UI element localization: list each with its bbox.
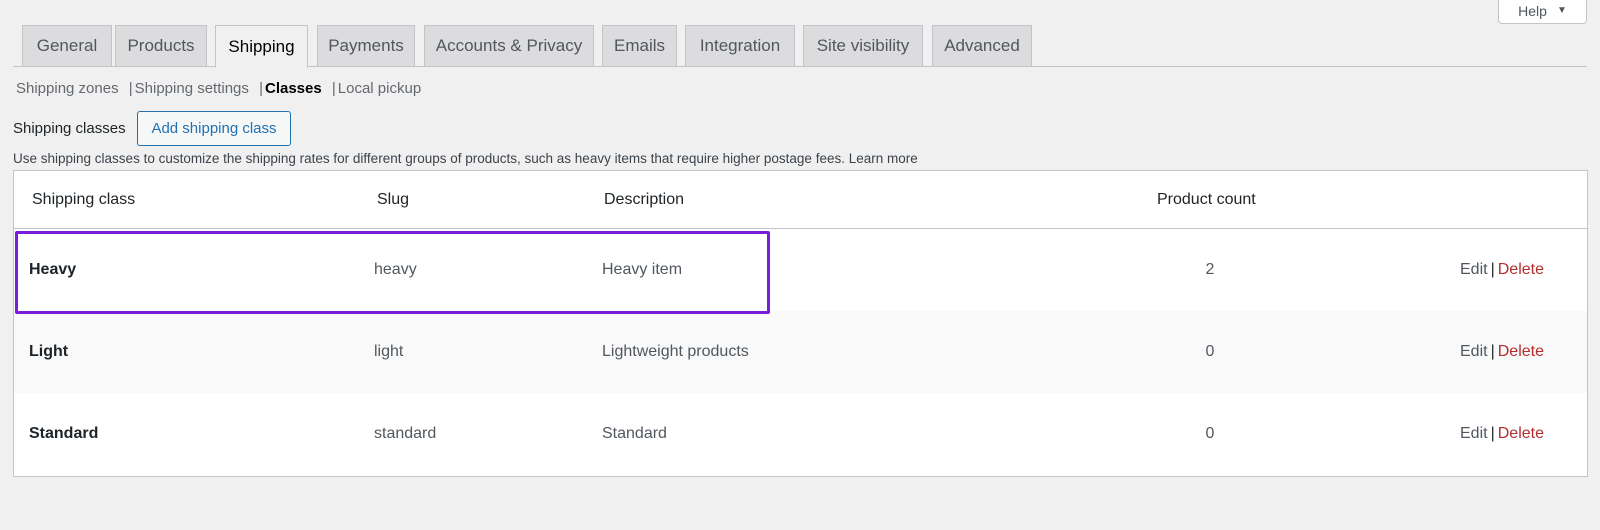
action-separator: | (1490, 425, 1495, 442)
tab-accounts-privacy[interactable]: Accounts & Privacy (424, 25, 594, 67)
shipping-classes-heading: Shipping classes (13, 120, 126, 137)
tab-payments[interactable]: Payments (317, 25, 415, 67)
subnav-local-pickup[interactable]: Local pickup (338, 80, 421, 97)
col-slug: Slug (377, 191, 410, 208)
edit-link[interactable]: Edit (1460, 261, 1488, 278)
tab-products[interactable]: Products (115, 25, 207, 67)
col-shipping-class: Shipping class (32, 191, 136, 208)
tab-emails[interactable]: Emails (602, 25, 677, 67)
tab-shipping[interactable]: Shipping (215, 25, 308, 68)
subnav-classes[interactable]: Classes (265, 80, 322, 97)
shipping-class-description: Lightweight products (602, 343, 749, 360)
add-shipping-class-button[interactable]: Add shipping class (137, 111, 291, 146)
row-actions: Edit | Delete (1460, 343, 1544, 361)
help-label: Help (1518, 2, 1547, 19)
table-row: Standard standard Standard 0 Edit | Delete (14, 393, 1587, 475)
tab-general[interactable]: General (22, 25, 112, 67)
subnav-shipping-zones[interactable]: Shipping zones (16, 80, 119, 97)
tab-integration[interactable]: Integration (685, 25, 795, 67)
subnav-separator: | (128, 80, 133, 97)
tab-site-visibility[interactable]: Site visibility (803, 25, 923, 67)
caret-down-icon: ▼ (1556, 5, 1567, 16)
table-row: Light light Lightweight products 0 Edit |… (14, 311, 1587, 393)
product-count: 0 (1205, 425, 1215, 442)
product-count: 2 (1205, 261, 1215, 278)
product-count: 0 (1205, 343, 1215, 360)
shipping-classes-description: Use shipping classes to customize the sh… (13, 151, 918, 166)
row-actions: Edit | Delete (1460, 261, 1544, 279)
table-header: Shipping class Slug Description Product … (14, 171, 1587, 229)
tab-advanced[interactable]: Advanced (932, 25, 1032, 67)
subnav-separator: | (259, 80, 263, 97)
table-row: Heavy heavy Heavy item 2 Edit | Delete (14, 229, 1587, 311)
shipping-class-description: Heavy item (602, 261, 683, 278)
edit-link[interactable]: Edit (1460, 425, 1488, 442)
shipping-class-name: Light (29, 343, 69, 360)
subnav-separator: | (331, 80, 336, 97)
subnav-shipping-settings[interactable]: Shipping settings (135, 80, 249, 97)
help-button[interactable]: Help ▼ (1498, 0, 1587, 24)
col-product-count: Product count (1157, 191, 1256, 208)
edit-link[interactable]: Edit (1460, 343, 1488, 360)
delete-link[interactable]: Delete (1498, 343, 1544, 360)
shipping-classes-table: Shipping class Slug Description Product … (13, 170, 1588, 477)
settings-tabs: General Products Shipping Payments Accou… (0, 25, 1600, 68)
shipping-class-slug: standard (374, 425, 437, 442)
action-separator: | (1490, 261, 1495, 278)
shipping-class-description: Standard (602, 425, 667, 442)
shipping-class-name: Heavy (29, 261, 77, 278)
shipping-class-slug: light (374, 343, 404, 360)
delete-link[interactable]: Delete (1498, 261, 1544, 278)
action-separator: | (1490, 343, 1495, 360)
col-description: Description (604, 191, 685, 208)
shipping-class-slug: heavy (374, 261, 417, 278)
row-actions: Edit | Delete (1460, 425, 1544, 443)
delete-link[interactable]: Delete (1498, 425, 1544, 442)
shipping-class-name: Standard (29, 425, 99, 442)
shipping-subnav: Shipping zones | Shipping settings | Class… (16, 80, 421, 97)
